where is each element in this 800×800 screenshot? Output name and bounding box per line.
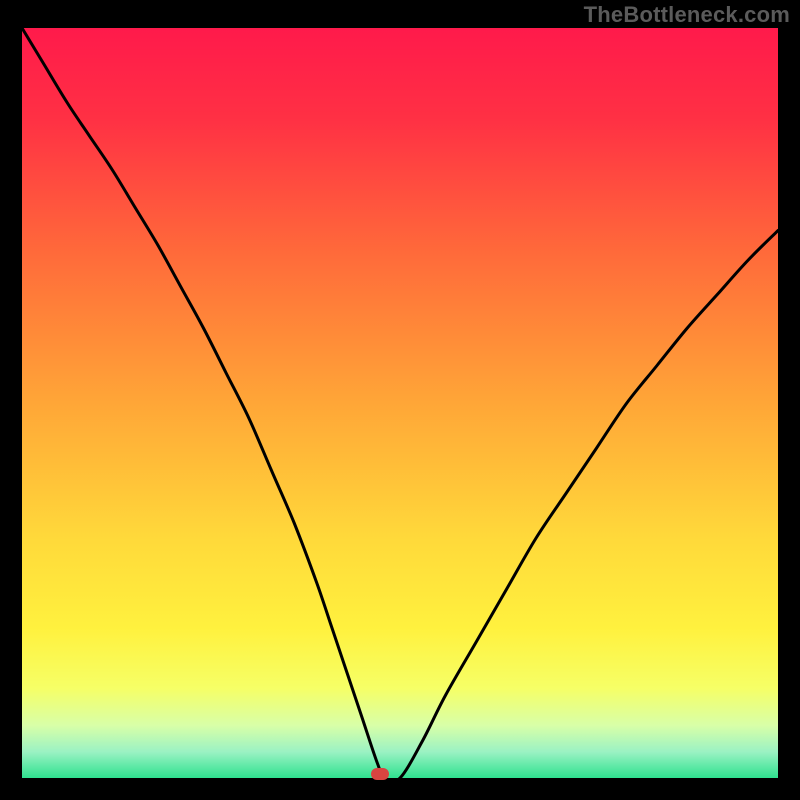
plot-area	[22, 28, 778, 778]
plot-svg	[22, 28, 778, 778]
watermark-text: TheBottleneck.com	[584, 2, 790, 28]
chart-stage: TheBottleneck.com	[0, 0, 800, 800]
gradient-rect	[22, 28, 778, 778]
optimum-marker	[371, 768, 389, 780]
